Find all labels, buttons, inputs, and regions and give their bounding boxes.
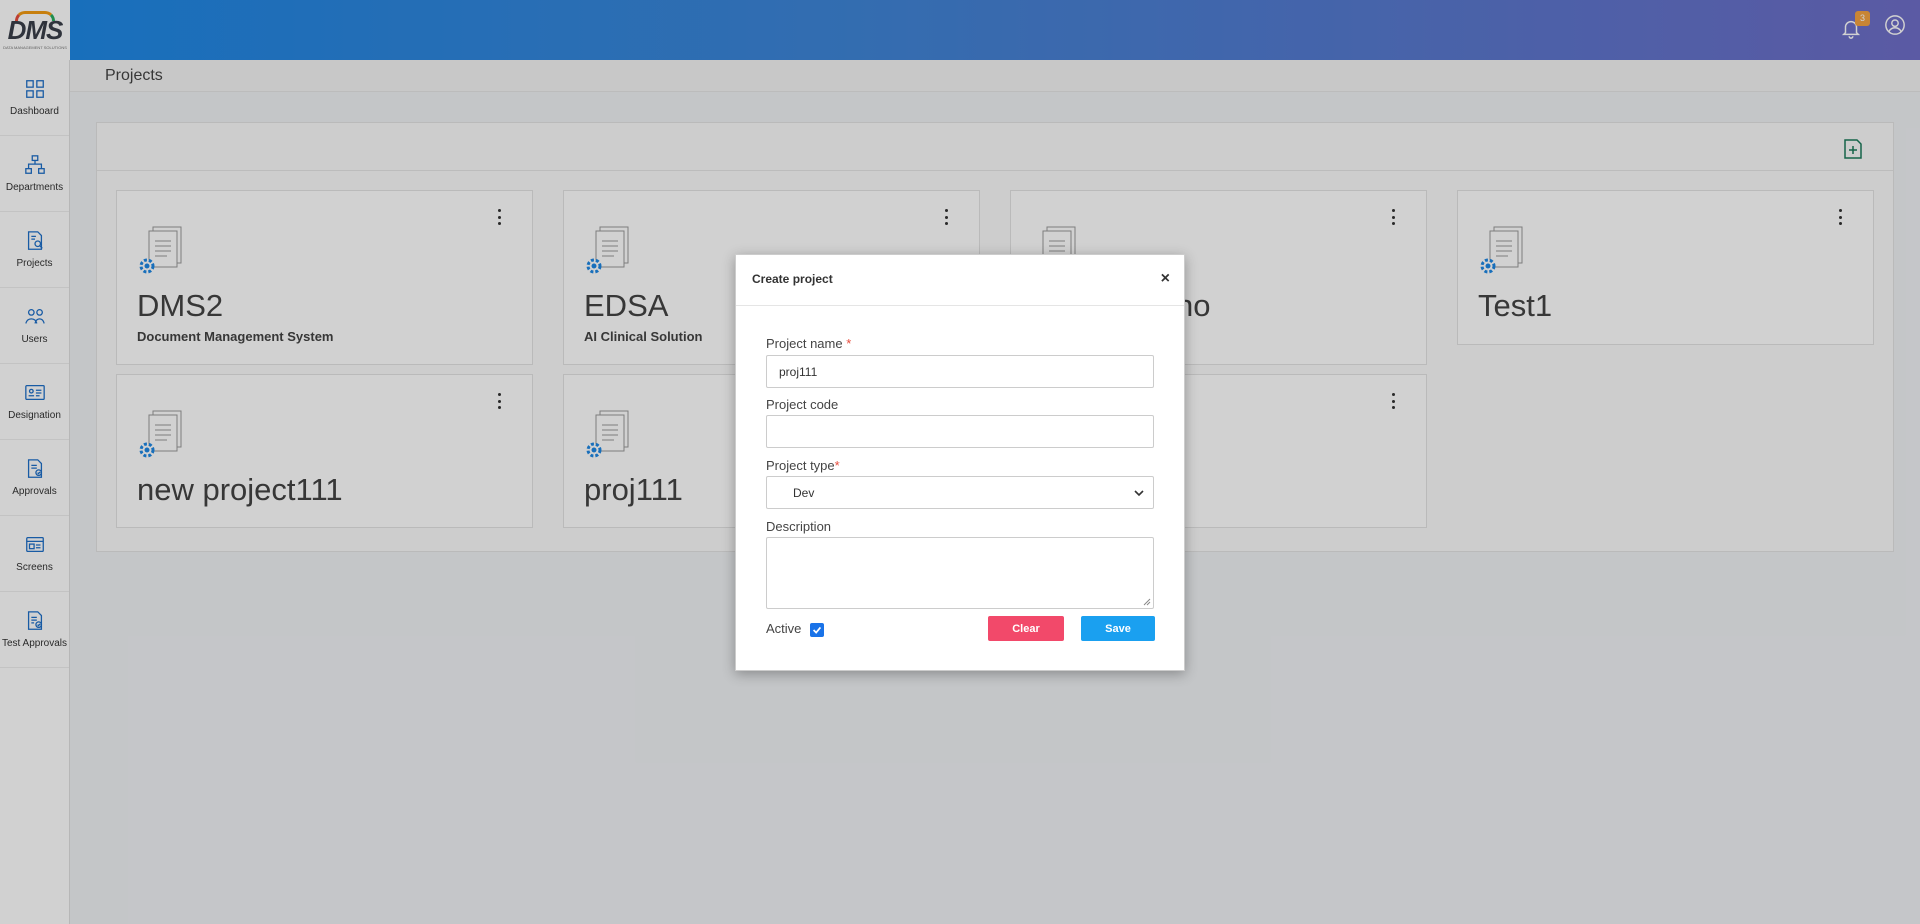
project-code-label: Project code xyxy=(766,397,839,412)
project-code-input[interactable] xyxy=(766,415,1154,448)
dialog-header: Create project × xyxy=(736,255,1184,306)
project-type-value: Dev xyxy=(793,485,815,500)
project-name-label: Project name * xyxy=(766,336,851,351)
active-label: Active xyxy=(766,621,802,636)
close-icon[interactable]: × xyxy=(1161,271,1170,287)
save-button[interactable]: Save xyxy=(1081,616,1155,641)
resize-grip-icon[interactable] xyxy=(1143,598,1151,606)
project-name-label-text: Project name xyxy=(766,336,843,351)
project-type-label-text: Project type xyxy=(766,458,835,473)
required-mark: * xyxy=(834,458,840,473)
create-project-dialog: Create project × Project name * Project … xyxy=(735,254,1185,671)
clear-button[interactable]: Clear xyxy=(988,616,1064,641)
checkmark-icon xyxy=(812,626,822,634)
description-label: Description xyxy=(766,519,832,534)
description-textarea[interactable] xyxy=(766,537,1154,609)
chevron-down-icon xyxy=(1134,490,1144,497)
active-checkbox[interactable] xyxy=(810,623,824,637)
required-mark: * xyxy=(846,336,852,351)
project-type-label: Project type* xyxy=(766,458,840,473)
project-name-input[interactable] xyxy=(766,355,1154,388)
project-type-select[interactable]: Dev xyxy=(766,476,1154,509)
dialog-title: Create project xyxy=(752,272,833,286)
